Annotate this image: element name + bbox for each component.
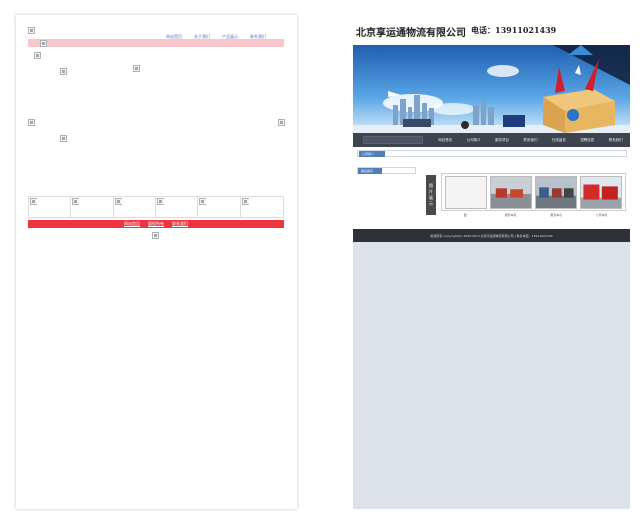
broken-image-icon — [114, 198, 122, 205]
gallery-captions: 图 服务车队 服务车队 公司车队 — [441, 213, 626, 217]
grid-cell — [198, 197, 241, 217]
nav-item-message[interactable]: 在线留言 — [552, 138, 566, 143]
side-label-char: 展 — [429, 195, 433, 200]
grid-cell — [29, 197, 72, 217]
hero-banner — [353, 45, 630, 133]
company-name: 北京享运通物流有限公司 — [356, 28, 466, 39]
side-label-char: 片 — [429, 189, 433, 194]
nav-item-home[interactable]: 网站首页 — [438, 138, 452, 143]
grid-cell — [241, 197, 283, 217]
footer-link-2[interactable]: 版权所有 — [148, 221, 164, 227]
nav-item-contact[interactable]: 联系我们 — [523, 138, 537, 143]
banner-illustration — [353, 45, 630, 133]
footer-link-1[interactable]: 网站首页 — [124, 221, 140, 227]
phone-number: 电话：13911021439 — [471, 25, 557, 35]
nav-items: 网站首页 公司简介 服务项目 联系我们 在线留言 招聘信息 联系我们 — [431, 138, 630, 143]
photo-gallery — [441, 173, 626, 211]
footer-link-3[interactable]: 联系我们 — [172, 221, 188, 227]
nav-item-services[interactable]: 服务项目 — [495, 138, 509, 143]
thumb-caption: 公司车队 — [595, 213, 608, 217]
broken-image-icon — [28, 119, 35, 126]
gallery-thumb[interactable] — [490, 176, 532, 209]
broken-image-icon — [278, 119, 285, 126]
thumb-caption: 服务车队 — [504, 213, 517, 217]
section-bar-about — [357, 150, 627, 157]
nav-search-box[interactable] — [363, 136, 423, 144]
broken-image-icon — [40, 40, 47, 47]
empty-page-area — [353, 242, 630, 509]
broken-image-icon — [28, 27, 35, 34]
grid-cell — [71, 197, 114, 217]
nav-item-about[interactable]: 公司简介 — [467, 138, 481, 143]
broken-image-icon — [30, 198, 37, 205]
nav-item-contact-2[interactable]: 联系我们 — [609, 138, 623, 143]
section-tag-about: 公司简介 — [359, 151, 385, 157]
gallery-thumb[interactable] — [535, 176, 577, 209]
grid-cell — [156, 197, 199, 217]
grid-cell — [114, 197, 156, 217]
main-nav: 网站首页 公司简介 服务项目 联系我们 在线留言 招聘信息 联系我们 — [353, 133, 630, 147]
broken-image-icon — [34, 52, 41, 59]
image-grid — [28, 196, 284, 218]
site-header: 北京享运通物流有限公司 电话：13911021439 — [353, 15, 630, 43]
section-tag-contact: 联系我们 — [358, 168, 382, 174]
left-broken-page: 网站首页 关于我们 产品展示 联系我们 网站首页 版权所有 联系我们 — [16, 15, 297, 509]
nav-item-jobs[interactable]: 招聘信息 — [580, 138, 594, 143]
footer-copyright: 版权所有 Copyright(C) 2009-2014 北京享运通物流有限公司 … — [430, 233, 553, 238]
site-footer: 版权所有 Copyright(C) 2009-2014 北京享运通物流有限公司 … — [353, 229, 630, 242]
gallery-thumb[interactable] — [445, 176, 487, 209]
side-label-char: 图 — [429, 183, 433, 188]
broken-image-icon — [241, 198, 249, 205]
gallery-side-label: 图 片 展 示 — [426, 175, 436, 215]
red-footer-bar: 网站首页 版权所有 联系我们 — [28, 220, 284, 228]
broken-image-icon — [152, 232, 159, 239]
broken-image-icon — [60, 68, 67, 75]
broken-image-icon — [133, 65, 140, 72]
thumb-caption: 图 — [463, 213, 467, 217]
broken-image-icon — [199, 198, 207, 205]
broken-image-icon — [72, 198, 80, 205]
pink-nav-bar — [28, 39, 284, 47]
right-designed-page: 北京享运通物流有限公司 电话：13911021439 网站首页 公司简介 服务项… — [353, 15, 630, 509]
broken-image-icon — [60, 135, 67, 142]
side-label-char: 示 — [429, 201, 433, 206]
thumb-caption: 服务车队 — [550, 213, 563, 217]
broken-image-icon — [156, 198, 164, 205]
gallery-thumb[interactable] — [580, 176, 622, 209]
